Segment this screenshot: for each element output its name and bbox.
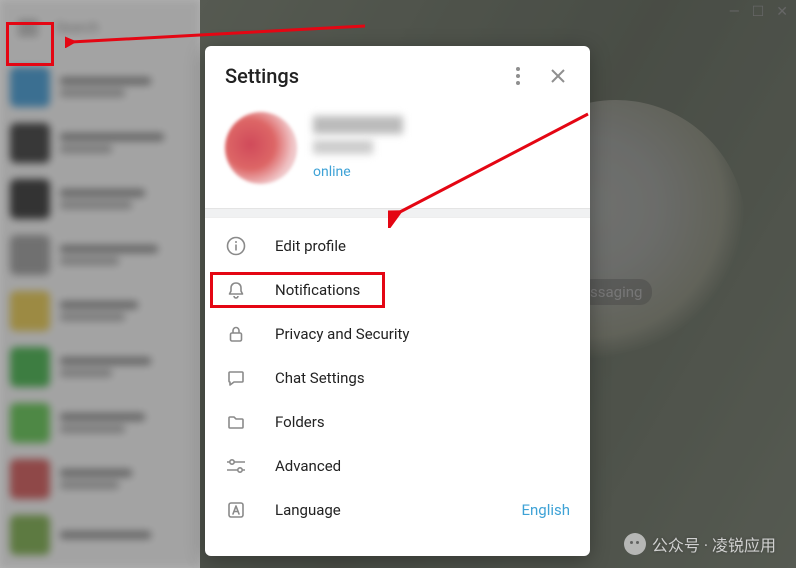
menu-label: Edit profile (275, 237, 570, 255)
lock-icon (225, 323, 247, 345)
menu-label: Chat Settings (275, 369, 570, 387)
menu-label: Privacy and Security (275, 325, 570, 343)
language-value: English (521, 501, 570, 519)
menu-item-chat-settings[interactable]: Chat Settings (205, 356, 590, 400)
more-icon[interactable] (506, 64, 530, 88)
profile-section[interactable]: online (205, 102, 590, 208)
info-icon (225, 235, 247, 257)
app-root: Search ssaging Settings (0, 0, 796, 568)
menu-item-folders[interactable]: Folders (205, 400, 590, 444)
language-icon (225, 499, 247, 521)
menu-label: Language (275, 501, 493, 519)
chat-icon (225, 367, 247, 389)
avatar (225, 112, 297, 184)
section-divider (205, 208, 590, 218)
folder-icon (225, 411, 247, 433)
profile-subline (313, 140, 373, 154)
close-icon[interactable] (546, 64, 570, 88)
settings-title: Settings (225, 64, 490, 88)
maximize-icon[interactable]: ☐ (752, 4, 765, 20)
annotation-box-hamburger (6, 22, 54, 66)
menu-item-language[interactable]: Language English (205, 488, 590, 532)
profile-info: online (313, 116, 570, 180)
menu-item-notifications[interactable]: Notifications (205, 268, 590, 312)
minimize-icon[interactable]: — (729, 4, 740, 20)
menu-item-advanced[interactable]: Advanced (205, 444, 590, 488)
profile-status: online (313, 164, 570, 180)
menu-label: Advanced (275, 457, 570, 475)
watermark-text: 公众号 · 凌锐应用 (652, 532, 776, 556)
settings-header: Settings (205, 46, 590, 102)
menu-item-edit-profile[interactable]: Edit profile (205, 224, 590, 268)
settings-panel: Settings online Edit profile (205, 46, 590, 556)
menu-item-privacy[interactable]: Privacy and Security (205, 312, 590, 356)
sliders-icon (225, 455, 247, 477)
bell-icon (225, 279, 247, 301)
watermark: 公众号 · 凌锐应用 (624, 532, 776, 556)
close-window-icon[interactable]: ✕ (776, 4, 788, 20)
window-controls: — ☐ ✕ (729, 4, 788, 20)
profile-name (313, 116, 403, 134)
menu-label: Folders (275, 413, 570, 431)
menu-label: Notifications (275, 281, 570, 299)
wechat-icon (624, 533, 646, 555)
settings-menu: Edit profile Notifications Privacy and S… (205, 218, 590, 538)
